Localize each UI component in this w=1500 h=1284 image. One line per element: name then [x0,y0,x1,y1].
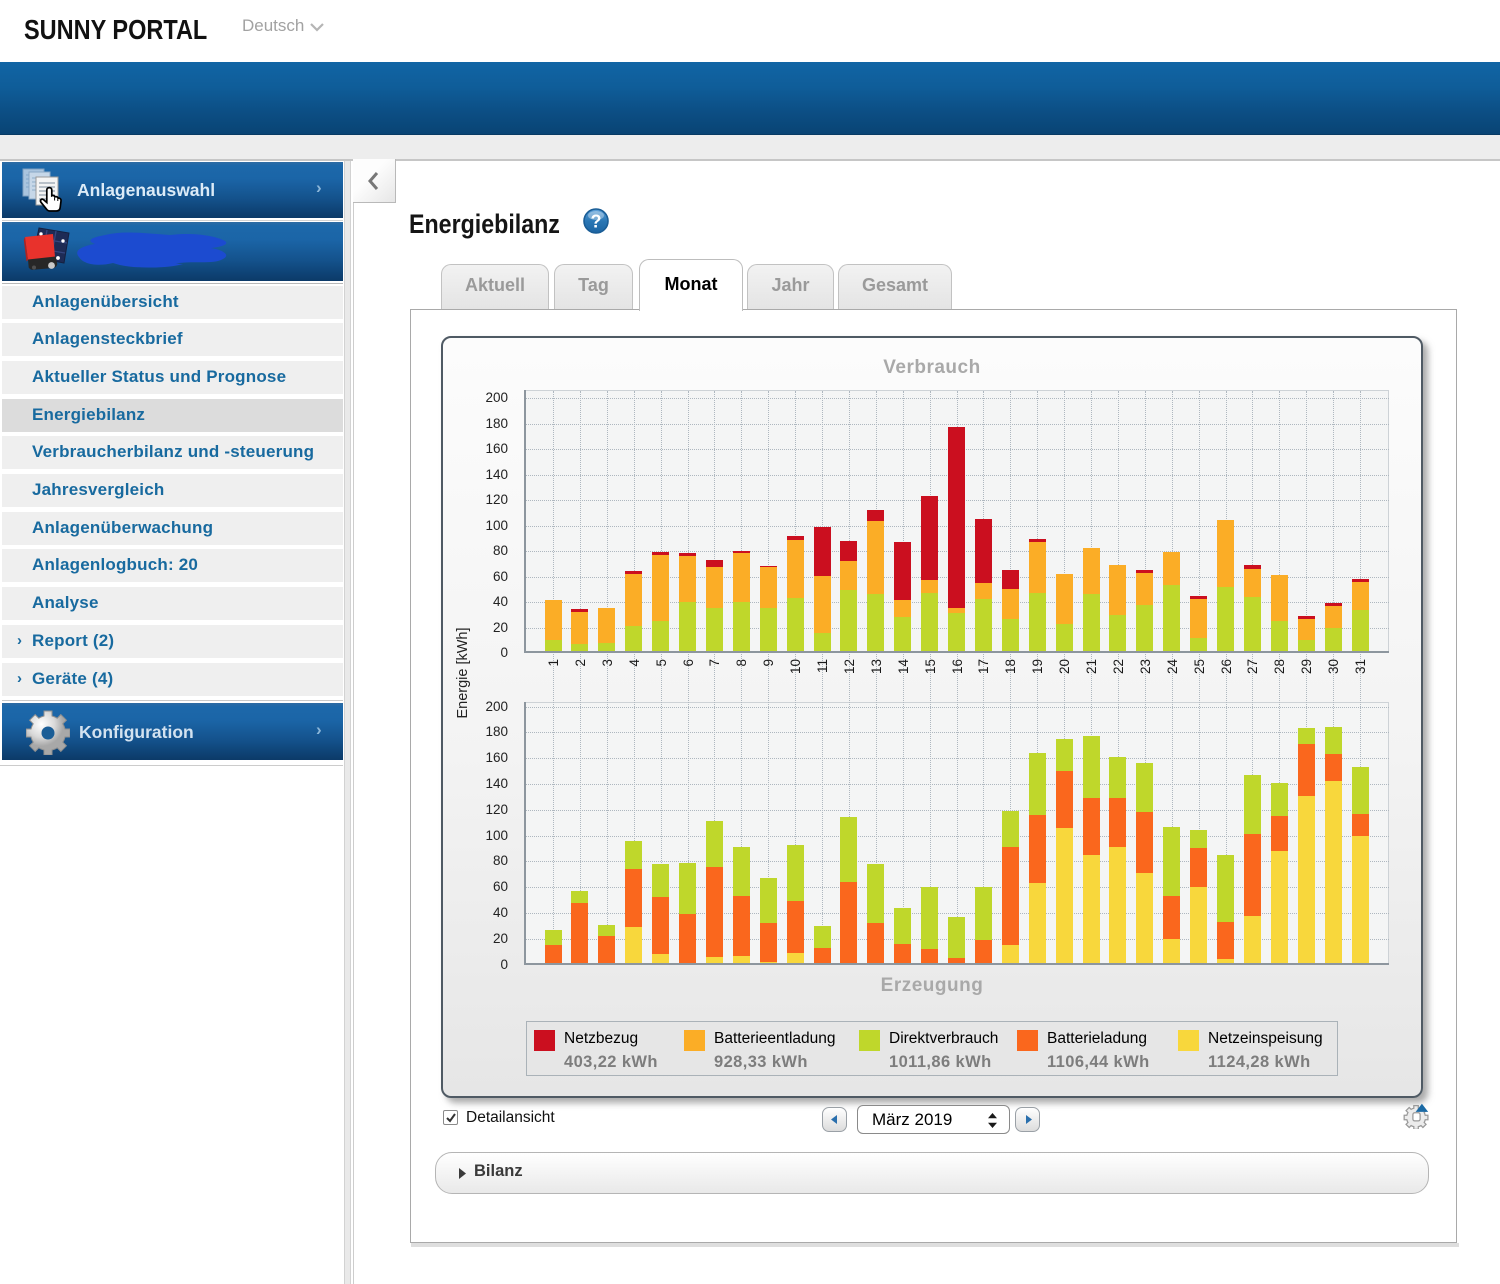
svg-text:?: ? [591,212,602,232]
svg-text:Energiebilanz: Energiebilanz [409,209,560,239]
svg-text:SUNNY PORTAL: SUNNY PORTAL [24,15,207,45]
